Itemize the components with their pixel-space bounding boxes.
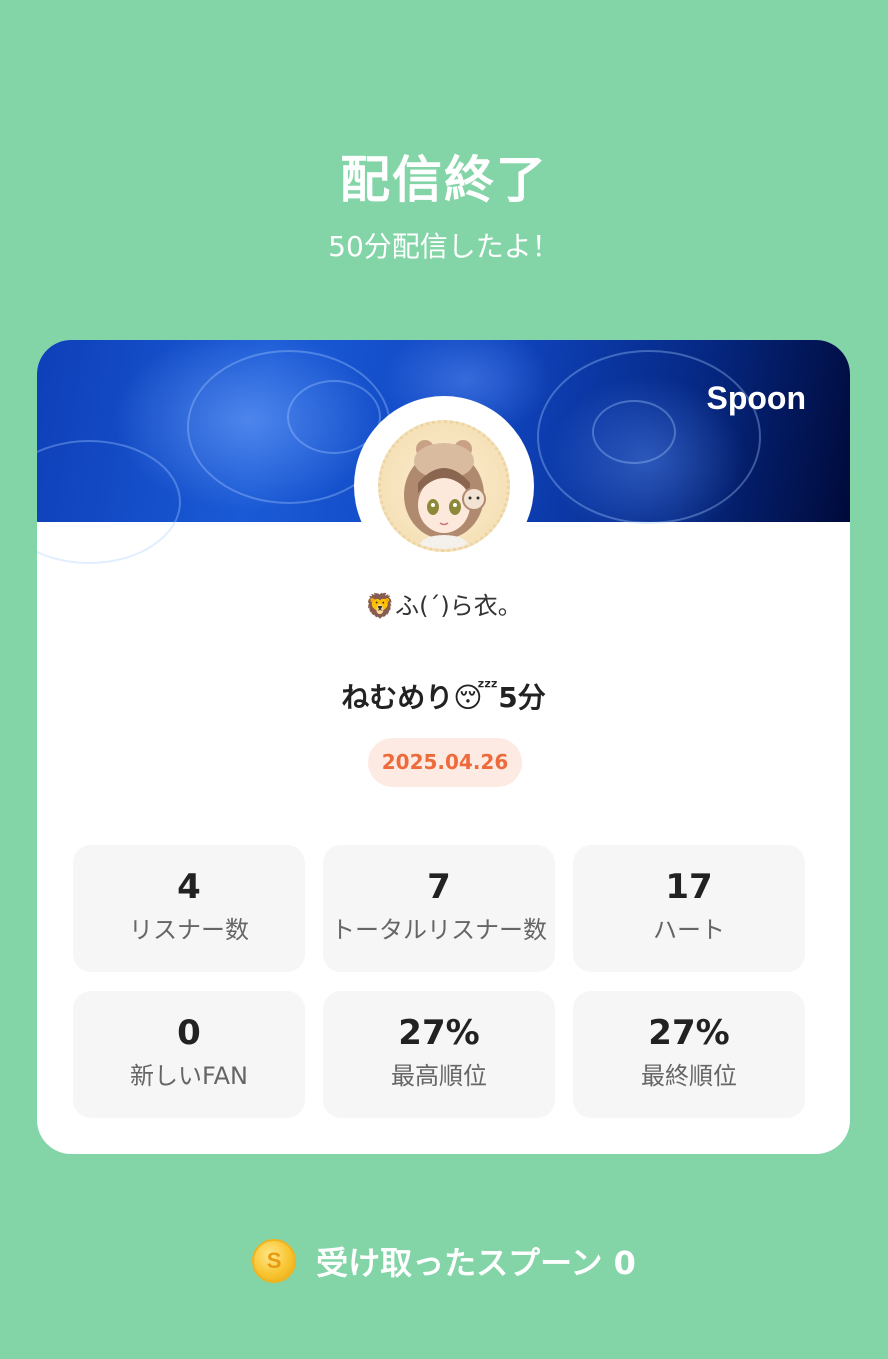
stat-hearts: 17 ハート [573, 845, 805, 972]
stat-label: 最高順位 [391, 1062, 487, 1090]
jellyfish-shape [37, 440, 181, 564]
stat-value: 0 [177, 1013, 201, 1053]
stat-listeners: 4 リスナー数 [73, 845, 305, 972]
page-subtitle: 50分配信したよ！ [328, 230, 560, 263]
stat-value: 27% [398, 1013, 480, 1053]
stream-title: ねむめり😴5分 [341, 681, 546, 714]
spoon-coin-icon: S [252, 1239, 297, 1283]
stat-label: リスナー数 [129, 916, 249, 944]
avatar-illustration [404, 440, 486, 549]
stat-label: 最終順位 [641, 1062, 737, 1090]
stat-new-fans: 0 新しいFAN [73, 991, 305, 1118]
date-badge: 2025.04.26 [368, 738, 522, 787]
stat-label: ハート [653, 916, 725, 944]
stat-highest-rank: 27% 最高順位 [323, 991, 555, 1118]
stat-value: 17 [665, 867, 713, 907]
jellyfish-shape [592, 400, 676, 464]
stat-total-listeners: 7 トータルリスナー数 [323, 845, 555, 972]
received-spoons: S 受け取ったスプーン 0 [0, 1238, 888, 1284]
page-title: 配信終了 [340, 151, 548, 209]
broadcaster-name: 🦁ふ(ˊ)ら衣。 [365, 592, 522, 620]
stat-value: 7 [427, 867, 451, 907]
spoon-count: 0 [613, 1244, 636, 1282]
stat-value: 27% [648, 1013, 730, 1053]
spoon-logo: Spoon [706, 380, 806, 416]
spoon-label: 受け取ったスプーン [316, 1244, 603, 1282]
broadcast-summary-card: Spoon 🦁ふ(ˊ)ら衣。 ねむめり😴5分 2025.04.26 4 リスナー… [37, 340, 850, 1154]
stat-label: 新しいFAN [130, 1062, 248, 1090]
avatar-frame [354, 396, 534, 576]
stats-grid: 4 リスナー数 7 トータルリスナー数 17 ハート 0 新しいFAN 27% … [73, 845, 806, 1118]
stat-final-rank: 27% 最終順位 [573, 991, 805, 1118]
avatar[interactable] [378, 420, 510, 552]
stat-label: トータルリスナー数 [331, 916, 547, 944]
stat-value: 4 [177, 867, 201, 907]
